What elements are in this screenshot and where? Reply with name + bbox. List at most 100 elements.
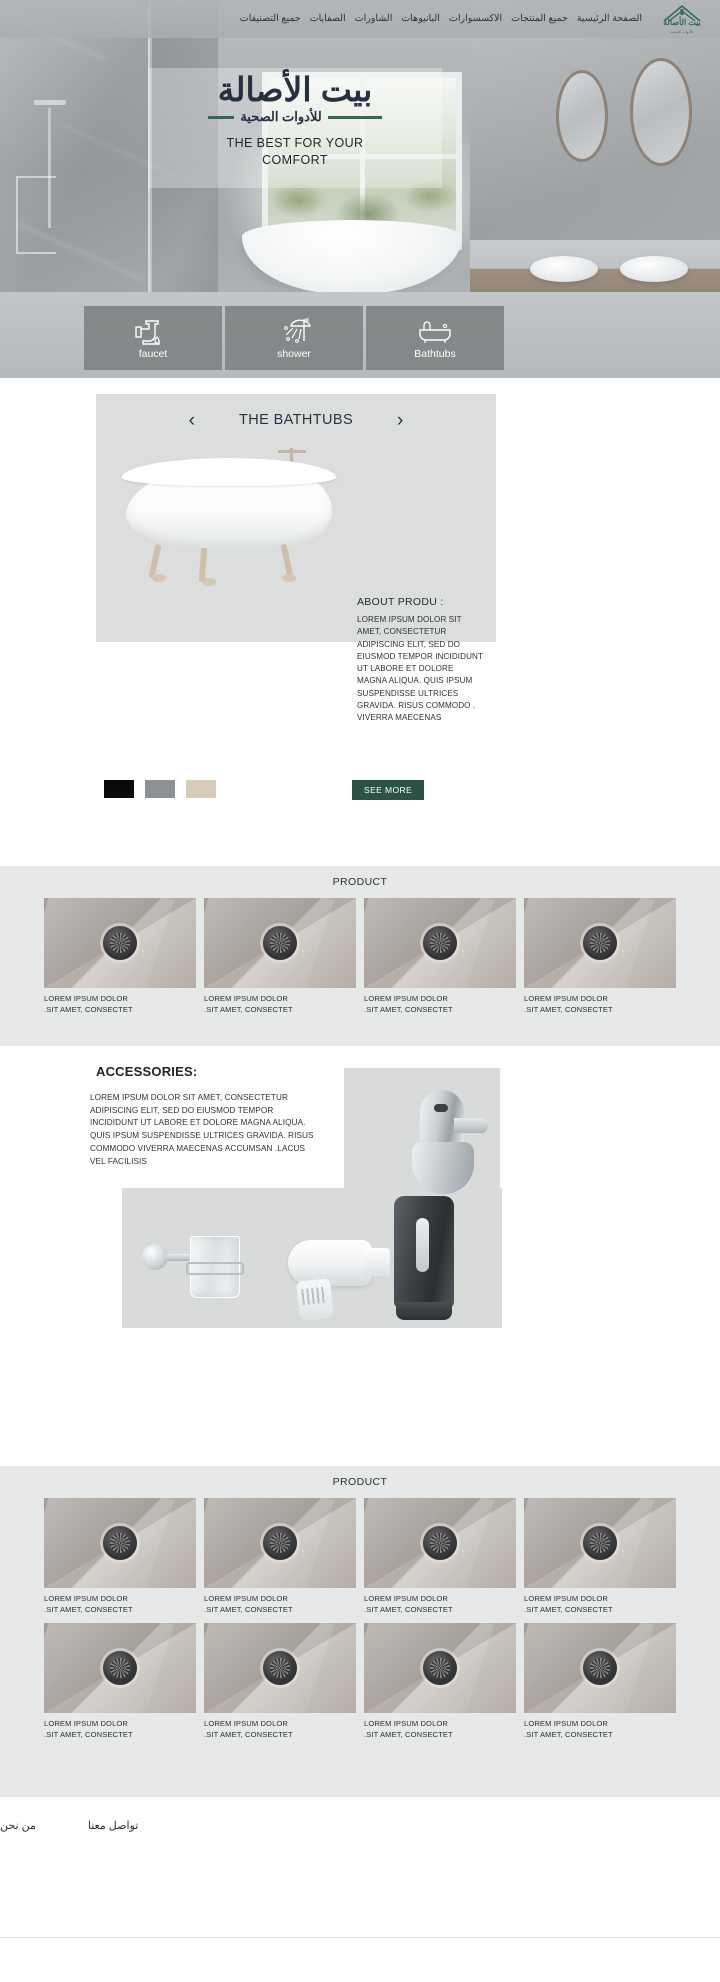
hero-tagline: THE BEST FOR YOUR COMFORT <box>148 135 442 169</box>
showcase-title: THE BATHTUBS <box>238 412 354 428</box>
clawfoot-foot <box>202 578 216 586</box>
nav-item-bathtubs[interactable]: البانيوهات <box>401 14 440 24</box>
product-card[interactable]: LOREM IPSUM DOLOR .SIT AMET, CONSECTET <box>204 898 356 1015</box>
product-card-caption-line1: LOREM IPSUM DOLOR <box>524 1594 608 1603</box>
top-navigation: الصفحة الرئيسية جميع المنتجات الاكسسوارا… <box>0 0 720 38</box>
product-card[interactable]: LOREM IPSUM DOLOR .SIT AMET, CONSECTET <box>524 1498 676 1615</box>
clawfoot-foot <box>152 574 166 582</box>
accessories-section: ACCESSORIES: LOREM IPSUM DOLOR SIT AMET,… <box>0 1046 720 1466</box>
category-faucet-label: faucet <box>138 348 168 360</box>
shower-head-icon <box>34 100 66 105</box>
nav-item-all-categories[interactable]: جميع التصنيفات <box>240 14 301 24</box>
product-card[interactable]: LOREM IPSUM DOLOR .SIT AMET, CONSECTET <box>364 1498 516 1615</box>
hero-tagline-line2: COMFORT <box>262 153 328 168</box>
category-tiles: faucet shower Bathtubs <box>84 306 504 370</box>
product-card[interactable]: LOREM IPSUM DOLOR .SIT AMET, CONSECTET <box>524 898 676 1015</box>
glass-holder-ring <box>186 1262 244 1275</box>
product-card-caption: LOREM IPSUM DOLOR .SIT AMET, CONSECTET <box>524 1713 676 1740</box>
vessel-sink <box>530 256 598 282</box>
product-card-caption-line1: LOREM IPSUM DOLOR <box>204 1594 288 1603</box>
product-card-image <box>524 1498 676 1588</box>
clawfoot-tub-rim <box>122 458 336 486</box>
product-grid-2: LOREM IPSUM DOLOR .SIT AMET, CONSECTET LOR… <box>0 1488 720 1752</box>
swatch-gray[interactable] <box>145 780 175 798</box>
product-card-caption-line1: LOREM IPSUM DOLOR <box>524 994 608 1003</box>
product-card[interactable]: LOREM IPSUM DOLOR .SIT AMET, CONSECTET <box>204 1623 356 1740</box>
about-product-body: LOREM IPSUM DOLOR SIT AMET, CONSECTETUR … <box>357 615 483 723</box>
swatch-black[interactable] <box>104 780 134 798</box>
about-product-block: ABOUT PRODU : LOREM IPSUM DOLOR SIT AMET… <box>357 596 483 725</box>
product-card-caption: LOREM IPSUM DOLOR .SIT AMET, CONSECTET <box>364 1713 516 1740</box>
clawfoot-foot <box>282 574 296 582</box>
product-card-image <box>204 1623 356 1713</box>
product-band-2-title: PRODUCT <box>332 1476 388 1488</box>
soap-dispenser-window <box>416 1218 429 1272</box>
next-arrow-icon[interactable]: › <box>397 411 403 430</box>
product-card-caption-line2: .SIT AMET, CONSECTET <box>364 1005 453 1014</box>
product-card-image <box>364 898 516 988</box>
clawfoot-leg <box>198 547 208 583</box>
product-card-caption-line2: .SIT AMET, CONSECTET <box>44 1605 133 1614</box>
product-card-caption-line2: .SIT AMET, CONSECTET <box>204 1730 293 1739</box>
product-card[interactable]: LOREM IPSUM DOLOR .SIT AMET, CONSECTET <box>364 898 516 1015</box>
product-card-caption-line2: .SIT AMET, CONSECTET <box>44 1730 133 1739</box>
site-logo[interactable]: بيت الأصالة للأدوات الصحية <box>656 2 708 36</box>
product-card[interactable]: LOREM IPSUM DOLOR .SIT AMET, CONSECTET <box>204 1498 356 1615</box>
category-bathtubs-label: Bathtubs <box>414 348 456 360</box>
brand-rule <box>327 115 382 119</box>
product-card-caption-line1: LOREM IPSUM DOLOR <box>364 994 448 1003</box>
nav-item-home[interactable]: الصفحة الرئيسية <box>577 14 642 24</box>
product-card-caption-line1: LOREM IPSUM DOLOR <box>44 1719 128 1728</box>
drain-icon <box>103 926 137 960</box>
product-band-2: PRODUCT LOREM IPSUM DOLOR .SIT AMET, CONS… <box>0 1466 720 1796</box>
product-card-caption: LOREM IPSUM DOLOR .SIT AMET, CONSECTET <box>364 1588 516 1615</box>
sensor-faucet-image <box>398 1090 490 1200</box>
product-card[interactable]: LOREM IPSUM DOLOR .SIT AMET, CONSECTET <box>524 1623 676 1740</box>
logo-subtitle: للأدوات الصحية <box>670 30 694 35</box>
nav-item-accessories[interactable]: الاكسسوارات <box>449 14 502 24</box>
product-card-caption: LOREM IPSUM DOLOR .SIT AMET, CONSECTET <box>204 988 356 1015</box>
showcase-header: ‹ THE BATHTUBS › <box>96 404 496 436</box>
footer-link-contact[interactable]: تواصل معنا <box>88 1819 138 1832</box>
category-bathtubs[interactable]: Bathtubs <box>366 306 504 370</box>
prev-arrow-icon[interactable]: ‹ <box>189 411 195 430</box>
drain-icon <box>103 1526 137 1560</box>
drain-icon <box>423 1651 457 1685</box>
sensor-faucet-spout <box>454 1118 488 1133</box>
hairdryer-vent <box>301 1286 325 1306</box>
product-card[interactable]: LOREM IPSUM DOLOR .SIT AMET, CONSECTET <box>364 1623 516 1740</box>
product-card-caption: LOREM IPSUM DOLOR .SIT AMET, CONSECTET <box>524 988 676 1015</box>
product-card[interactable]: LOREM IPSUM DOLOR .SIT AMET, CONSECTET <box>44 898 196 1015</box>
product-card-caption-line2: .SIT AMET, CONSECTET <box>524 1005 613 1014</box>
nav-item-showers[interactable]: الشاورات <box>355 14 393 24</box>
product-card-image <box>44 898 196 988</box>
drain-icon <box>583 1526 617 1560</box>
category-faucet[interactable]: faucet <box>84 306 222 370</box>
showcase-bathtub-image <box>108 448 348 618</box>
see-more-button[interactable]: SEE MORE <box>352 780 425 800</box>
faucet-icon <box>135 320 160 345</box>
footer-links: من نحن تواصل معنا <box>0 1797 720 1832</box>
product-card-caption-line1: LOREM IPSUM DOLOR <box>204 1719 288 1728</box>
nav-item-drains[interactable]: الصفايات <box>310 14 346 24</box>
hero-brand-arabic: بيت الأصالة <box>217 71 373 108</box>
product-card-caption-line2: .SIT AMET, CONSECTET <box>364 1605 453 1614</box>
product-card-caption-line2: .SIT AMET, CONSECTET <box>524 1730 613 1739</box>
product-card[interactable]: LOREM IPSUM DOLOR .SIT AMET, CONSECTET <box>44 1623 196 1740</box>
hero-brand-subtitle-row: للأدوات الصحية <box>148 109 442 125</box>
product-card-caption-line1: LOREM IPSUM DOLOR <box>44 994 128 1003</box>
nav-item-all-products[interactable]: جميع المنتجات <box>511 14 568 24</box>
drain-icon <box>423 926 457 960</box>
product-card[interactable]: LOREM IPSUM DOLOR .SIT AMET, CONSECTET <box>44 1498 196 1615</box>
product-card-caption-line2: .SIT AMET, CONSECTET <box>44 1005 133 1014</box>
swatch-beige[interactable] <box>186 780 216 798</box>
product-card-caption: LOREM IPSUM DOLOR .SIT AMET, CONSECTET <box>204 1588 356 1615</box>
brand-rule-short <box>208 115 235 119</box>
footer-link-about[interactable]: من نحن <box>0 1819 36 1832</box>
nav-links: الصفحة الرئيسية جميع المنتجات الاكسسوارا… <box>240 14 642 24</box>
product-card-caption-line1: LOREM IPSUM DOLOR <box>44 1594 128 1603</box>
hairdryer-image <box>272 1228 402 1328</box>
category-shower[interactable]: shower <box>225 306 363 370</box>
footer: من نحن تواصل معنا <box>0 1796 720 1982</box>
drain-icon <box>263 926 297 960</box>
